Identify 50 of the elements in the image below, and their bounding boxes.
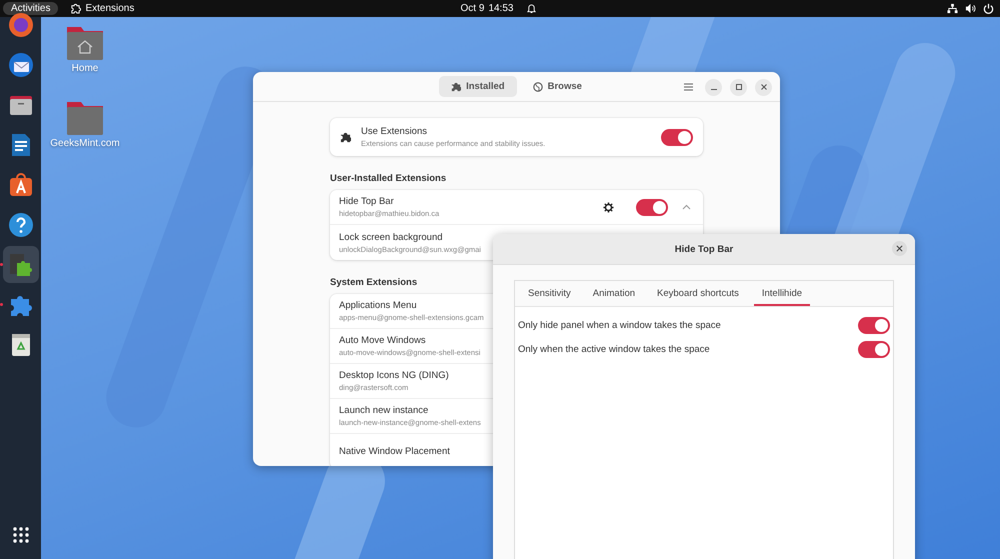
row-title: Use Extensions	[361, 126, 428, 137]
power-icon[interactable]	[983, 3, 994, 14]
close-button[interactable]	[755, 78, 772, 96]
puzzle-icon	[70, 3, 82, 14]
extension-name: Applications Menu	[339, 300, 417, 311]
extension-name: Hide Top Bar	[339, 196, 394, 207]
bell-icon	[527, 4, 536, 14]
toggle-switch[interactable]	[858, 316, 890, 334]
settings-icon[interactable]	[603, 202, 614, 212]
network-icon[interactable]	[947, 3, 958, 14]
browser-icon	[6, 10, 34, 38]
dialog-title: Hide Top Bar	[674, 244, 734, 254]
close-icon	[760, 83, 768, 91]
tab[interactable]: Keyboard shortcuts	[647, 281, 749, 306]
menu-icon	[684, 83, 692, 91]
extension-name: Lock screen background	[339, 232, 443, 242]
puzzle-icon	[340, 132, 351, 142]
toggle-switch[interactable]	[858, 340, 890, 358]
puzzle-icon	[451, 82, 462, 92]
tab[interactable]: Sensitivity	[518, 281, 581, 306]
folder-icon[interactable]	[66, 25, 104, 61]
globe-icon	[532, 82, 543, 92]
app-grid-icon	[12, 526, 30, 544]
maximize-button[interactable]	[730, 78, 747, 96]
dock-app-button[interactable]	[2, 246, 38, 283]
minimize-button[interactable]	[705, 78, 722, 96]
activities-button[interactable]: Activities	[3, 2, 58, 15]
section-heading: System Extensions	[330, 277, 418, 288]
mail-icon	[6, 50, 34, 78]
section-heading: User-Installed Extensions	[330, 173, 446, 184]
help-icon	[6, 210, 34, 238]
close-icon	[896, 245, 903, 252]
tab[interactable]: Intellihide	[754, 281, 810, 306]
view-switcher-tab[interactable]: Installed	[439, 76, 517, 97]
tab[interactable]: Animation	[582, 281, 646, 306]
setting-label: Only when the active window takes the space	[518, 344, 710, 354]
extension-name: Launch new instance	[339, 405, 428, 416]
toggle-switch[interactable]	[636, 198, 668, 216]
extension-name: Auto Move Windows	[339, 335, 426, 346]
volume-icon[interactable]	[965, 3, 976, 14]
setting-label: Only hide panel when a window takes the space	[518, 320, 721, 330]
close-button[interactable]	[892, 241, 907, 256]
view-switcher-tab[interactable]: Browse	[520, 76, 594, 97]
toggle-switch[interactable]	[661, 128, 693, 146]
extension-name: Desktop Icons NG (DING)	[339, 370, 449, 381]
caret-icon[interactable]	[682, 204, 691, 210]
maximize-icon	[734, 83, 742, 91]
extension-name: Native Window Placement	[339, 446, 450, 457]
app-menu-button[interactable]: Extensions	[70, 3, 134, 14]
clock-button[interactable]: Oct 9 14:53	[460, 3, 536, 14]
